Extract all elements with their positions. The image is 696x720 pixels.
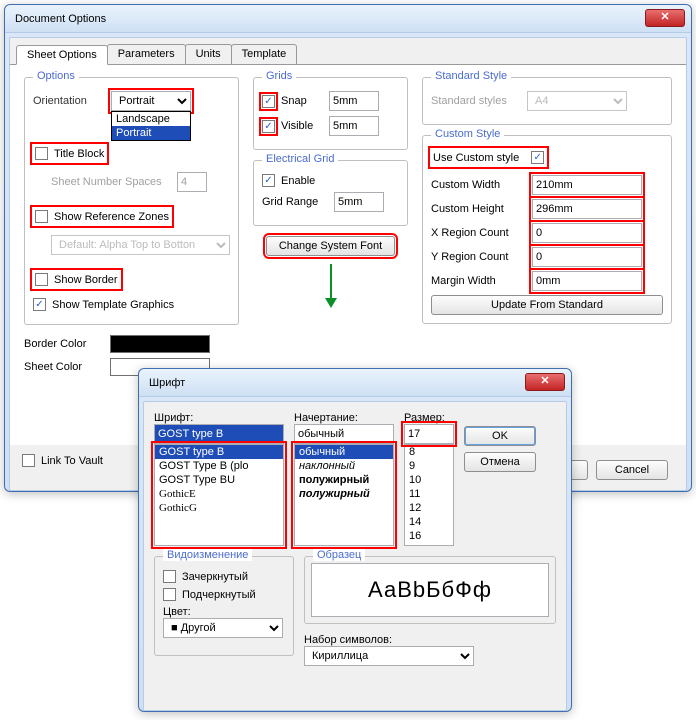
window-title: Document Options [15,13,106,25]
show-border-check[interactable] [35,273,48,286]
orientation-dropdown[interactable]: Landscape Portrait [111,111,191,141]
grid-range-input[interactable] [334,192,384,212]
font-close-button[interactable]: ✕ [525,373,565,391]
font-list[interactable]: GOST type B GOST Type B (plo GOST Type B… [154,444,284,546]
cancel-button[interactable]: Cancel [596,460,668,480]
snap-value[interactable] [329,91,379,111]
title-block-check[interactable] [35,147,48,160]
tab-units[interactable]: Units [185,44,232,64]
options-group: Options Orientation Portrait Landscape P… [24,77,239,325]
font-titlebar[interactable]: Шрифт ✕ [139,369,571,397]
standard-style-group: Standard Style Standard styles A4 [422,77,672,125]
font-ok-button[interactable]: OK [464,426,536,446]
visible-check[interactable]: ✓ [262,120,275,133]
custom-width-input[interactable] [532,175,642,195]
font-name-input[interactable] [154,424,284,444]
margin-width-input[interactable] [532,271,642,291]
underline-check[interactable] [163,588,176,601]
orientation-combo[interactable]: Portrait [111,91,191,111]
close-button[interactable]: ✕ [645,9,685,27]
style-list[interactable]: обычный наклонный полужирный полужирный [294,444,394,546]
sample-group: Образец АаBbБбФф [304,556,556,624]
font-cancel-button[interactable]: Отмена [464,452,536,472]
egrid-enable-check[interactable]: ✓ [262,174,275,187]
snap-check[interactable]: ✓ [262,95,275,108]
electrical-grid-group: Electrical Grid ✓ Enable Grid Range [253,160,408,226]
show-template-check[interactable]: ✓ [33,298,46,311]
grids-group: Grids ✓ Snap ✓ Visible [253,77,408,150]
link-to-vault-check[interactable] [22,454,35,467]
charset-combo[interactable]: Кириллица [304,646,474,666]
arrow-down-icon [321,262,341,308]
titlebar[interactable]: Document Options ✕ [5,5,691,33]
change-system-font-button[interactable]: Change System Font [266,236,395,256]
effects-group: Видоизменение Зачеркнутый Подчеркнутый Ц… [154,556,294,656]
font-size-input[interactable] [404,424,454,444]
update-from-standard-button[interactable]: Update From Standard [431,295,663,315]
use-custom-check[interactable]: ✓ [531,151,544,164]
sample-text: АаBbБбФф [311,563,549,617]
custom-height-input[interactable] [532,199,642,219]
x-region-input[interactable] [532,223,642,243]
strike-check[interactable] [163,570,176,583]
font-style-input[interactable] [294,424,394,444]
y-region-input[interactable] [532,247,642,267]
sheet-num-spaces-input [177,172,207,192]
font-color-combo[interactable]: ■ Другой [163,618,283,638]
orientation-label: Orientation [33,95,105,107]
tab-strip: Sheet Options Parameters Units Template [10,38,686,65]
ref-zones-combo: Default: Alpha Top to Botton [51,235,230,255]
tab-template[interactable]: Template [231,44,298,64]
standard-styles-combo: A4 [527,91,627,111]
tab-sheet-options[interactable]: Sheet Options [16,45,108,65]
visible-value[interactable] [329,116,379,136]
show-ref-check[interactable] [35,210,48,223]
tab-parameters[interactable]: Parameters [107,44,186,64]
font-dialog-window: Шрифт ✕ Шрифт: GOST type B GOST Type B (… [138,368,572,712]
border-color-swatch[interactable] [110,335,210,353]
custom-style-group: Custom Style Use Custom style ✓ Custom W… [422,135,672,324]
size-list[interactable]: 8 9 10 11 12 14 16 [404,444,454,546]
